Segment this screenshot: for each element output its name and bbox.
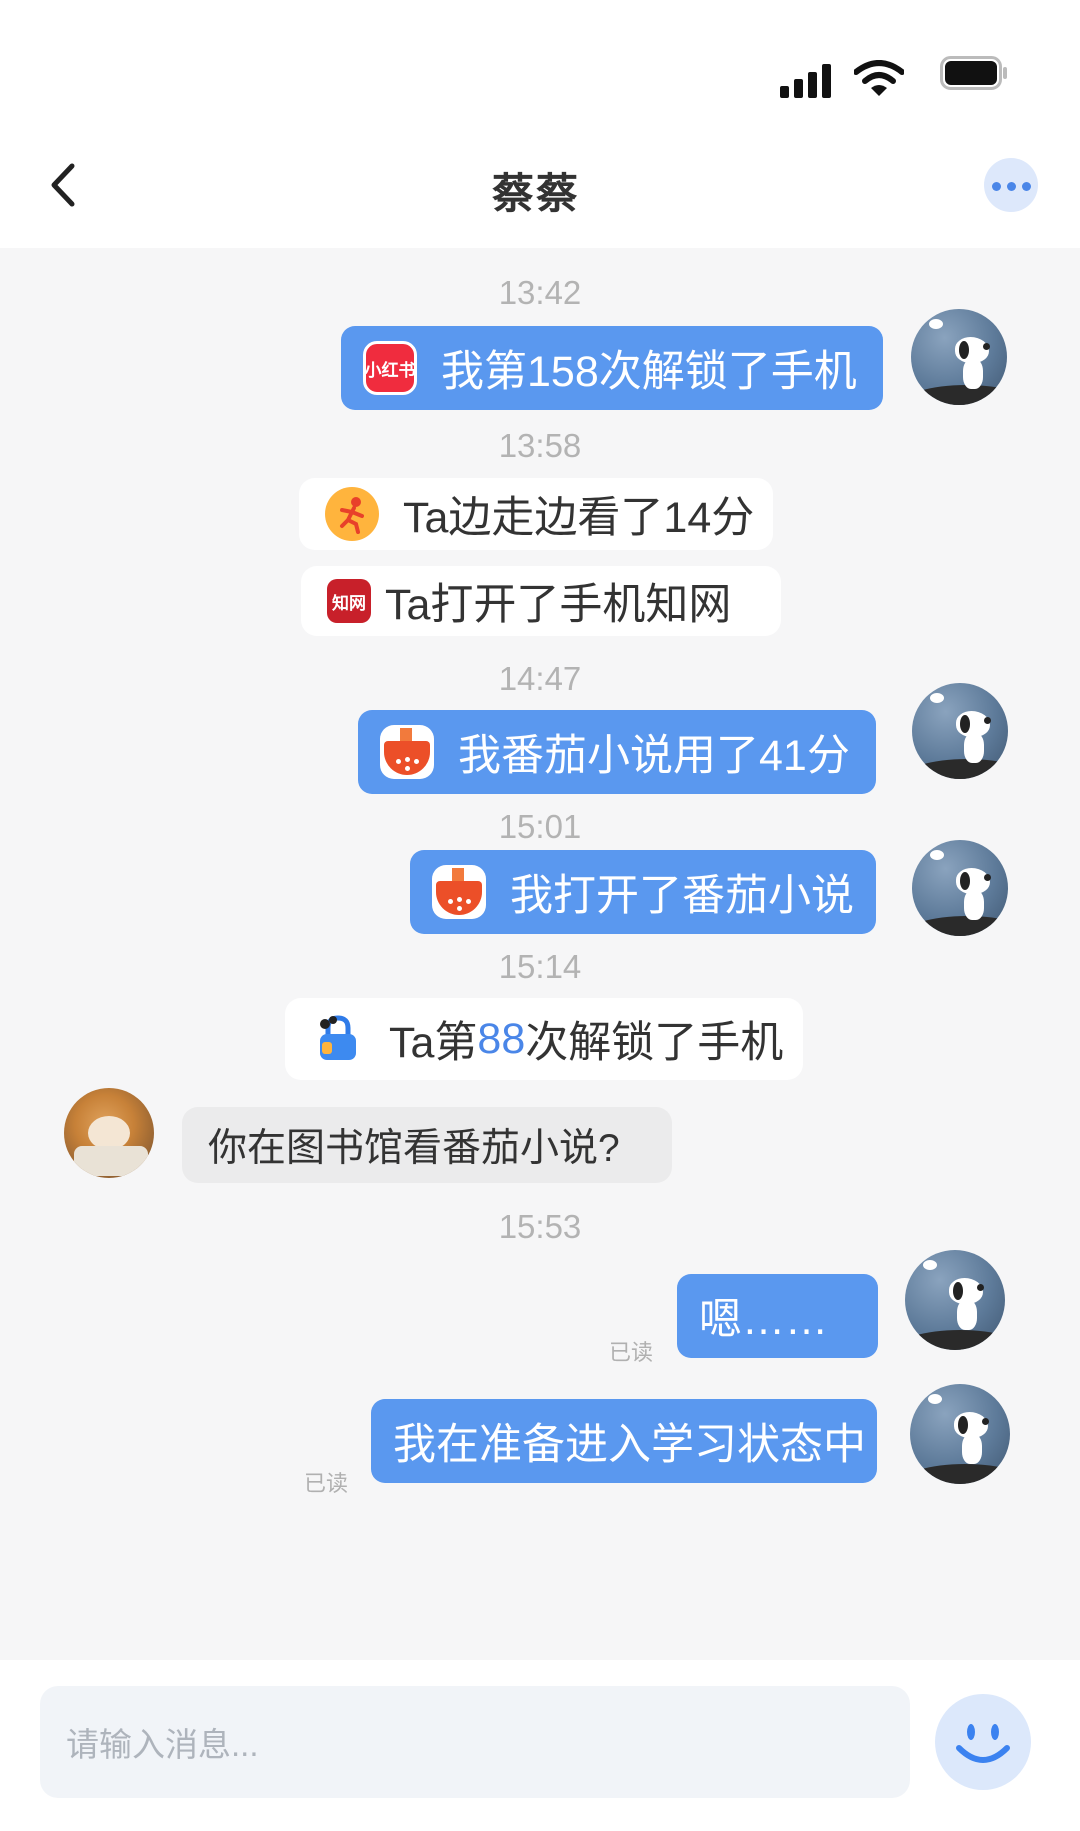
fanqie-novel-app-icon [380,725,434,779]
message-bubble-me[interactable]: 我番茄小说用了41分 [358,710,876,794]
lock-icon [311,1012,365,1066]
page-title: 蔡蔡 [491,170,580,217]
emoji-button[interactable] [935,1694,1031,1790]
timestamp: 13:58 [498,427,582,464]
message-text-prefix: Ta第 [389,1019,478,1067]
avatar-me[interactable] [912,840,1008,936]
input-bar: 请输入消息... [0,1660,1080,1831]
message-text: 我打开了番茄小说 [510,872,854,920]
timestamp: 13:42 [498,274,582,311]
message-bubble-me[interactable]: 我在准备进入学习状态中 [371,1399,877,1483]
more-button[interactable] [984,158,1038,212]
read-status: 已读 [304,1471,349,1496]
signal-icon [780,64,831,98]
avatar-me[interactable] [911,309,1007,405]
smiley-icon [956,1724,1010,1763]
message-text: Ta打开了手机知网 [385,581,732,629]
timestamp: 15:01 [498,808,582,845]
fanqie-novel-app-icon [432,865,486,919]
message-bubble-me[interactable]: 我打开了番茄小说 [410,850,876,934]
message-bubble-me[interactable]: 小红书 我第158次解锁了手机 [341,326,883,410]
read-status: 已读 [609,1340,654,1365]
battery-icon [940,56,1007,90]
timestamp: 14:47 [498,660,582,697]
message-bubble-other[interactable]: 你在图书馆看番茄小说? [182,1107,672,1183]
message-input[interactable]: 请输入消息... [40,1686,910,1798]
message-text: 你在图书馆看番茄小说? [208,1127,620,1170]
walking-icon [325,487,379,541]
system-message: 知网 Ta打开了手机知网 [301,566,781,636]
message-text: 我在准备进入学习状态中 [393,1421,866,1469]
system-message: Ta边走边看了14分 [299,478,773,550]
message-text: 我番茄小说用了41分 [458,732,850,780]
system-message: Ta第 88 次解锁了手机 [285,998,803,1080]
chat-header: 蔡蔡 [0,130,1080,248]
avatar-other[interactable] [64,1088,154,1178]
avatar-me[interactable] [910,1384,1010,1484]
message-text: 嗯…… [699,1296,828,1344]
message-text: 我第158次解锁了手机 [441,348,857,396]
message-bubble-me[interactable]: 嗯…… [677,1274,878,1358]
message-text: Ta边走边看了14分 [403,494,755,542]
message-text-suffix: 次解锁了手机 [525,1019,784,1067]
wifi-icon [854,60,904,96]
status-bar [0,0,1080,130]
timestamp: 15:14 [498,948,582,985]
cnki-app-icon: 知网 [327,579,371,623]
avatar-me[interactable] [912,683,1008,779]
xiaohongshu-app-icon: 小红书 [363,341,417,395]
avatar-me[interactable] [905,1250,1005,1350]
timestamp: 15:53 [498,1208,582,1245]
unlock-count: 88 [477,1014,526,1063]
